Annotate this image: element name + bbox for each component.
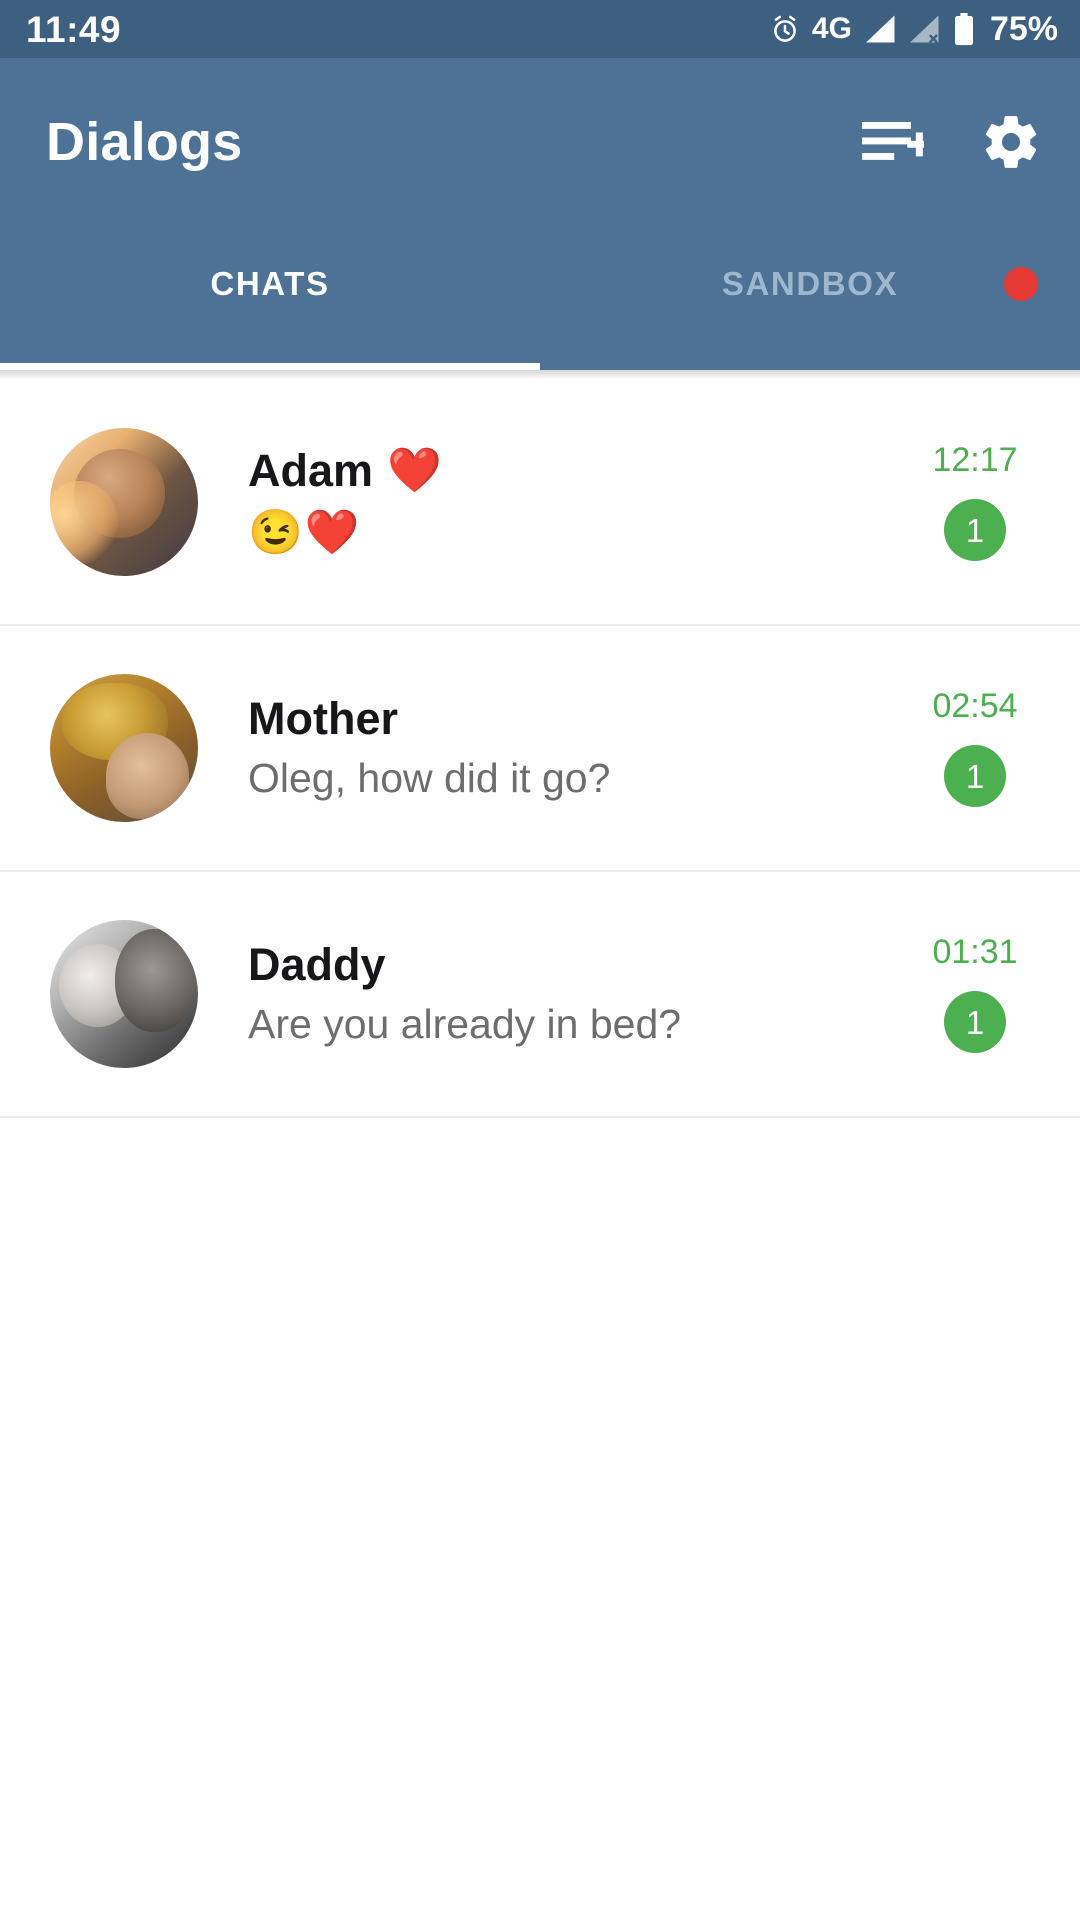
- unread-badge-daddy: 1: [944, 991, 1006, 1053]
- new-chat-button[interactable]: [860, 109, 926, 175]
- tab-chats[interactable]: CHATS: [0, 226, 540, 370]
- tab-chats-label: CHATS: [210, 265, 330, 302]
- chat-time-mother: 02:54: [932, 687, 1018, 725]
- status-bar: 11:49 4G 75%: [0, 0, 1080, 58]
- chat-preview-adam: 😉❤️: [248, 508, 362, 557]
- chat-preview-mother: Oleg, how did it go?: [248, 756, 611, 802]
- chat-row-daddy[interactable]: Daddy Are you already in bed? 01:31 1: [0, 872, 1080, 1116]
- chat-meta-mother: 02:54 1: [916, 689, 1034, 807]
- new-chat-icon: [862, 118, 924, 166]
- status-indicators: 4G 75%: [769, 10, 1058, 49]
- tab-sandbox[interactable]: SANDBOX: [540, 226, 1080, 370]
- tab-active-indicator: [0, 363, 540, 370]
- chat-name-daddy: Daddy: [248, 938, 896, 990]
- chat-name-text: Daddy: [248, 938, 386, 990]
- app-bar: Dialogs CHATS SANDBOX: [0, 58, 1080, 370]
- sandbox-notification-dot: [1004, 267, 1038, 301]
- battery-percent-label: 75%: [989, 9, 1058, 48]
- chat-row-adam[interactable]: Adam ❤️ 😉❤️ 12:17 1: [0, 380, 1080, 624]
- settings-gear-icon: [980, 111, 1042, 173]
- app-bar-shadow: [0, 370, 1080, 380]
- chat-list: Adam ❤️ 😉❤️ 12:17 1 Mother Oleg, how did…: [0, 380, 1080, 1118]
- avatar-mother: [50, 674, 198, 822]
- chat-name-text: Mother: [248, 692, 398, 744]
- unread-badge-adam: 1: [944, 499, 1006, 561]
- heart-emoji: ❤️: [387, 445, 442, 495]
- avatar-daddy: [50, 920, 198, 1068]
- signal-icon-sim1: [863, 14, 896, 44]
- app-bar-actions: [860, 109, 1044, 175]
- chat-time-adam: 12:17: [932, 441, 1018, 479]
- chat-row-mother[interactable]: Mother Oleg, how did it go? 02:54 1: [0, 626, 1080, 870]
- chat-name-text: Adam: [248, 444, 374, 496]
- battery-icon: [951, 12, 975, 46]
- chat-row-text-mother: Mother Oleg, how did it go?: [198, 692, 916, 802]
- chat-meta-daddy: 01:31 1: [916, 935, 1034, 1053]
- app-bar-top-row: Dialogs: [0, 58, 1080, 226]
- chat-preview-daddy: Are you already in bed?: [248, 1002, 682, 1048]
- tab-bar: CHATS SANDBOX: [0, 226, 1080, 370]
- status-clock: 11:49: [26, 8, 122, 50]
- chat-time-daddy: 01:31: [932, 933, 1018, 971]
- chat-meta-adam: 12:17 1: [916, 443, 1034, 561]
- tab-sandbox-label: SANDBOX: [721, 265, 899, 302]
- chat-row-text-daddy: Daddy Are you already in bed?: [198, 938, 916, 1048]
- list-divider: [0, 1116, 1080, 1118]
- avatar-adam: [50, 428, 198, 576]
- signal-icon-sim2-off: [907, 14, 940, 44]
- alarm-icon: [769, 13, 801, 45]
- chat-name-adam: Adam ❤️: [248, 447, 896, 495]
- network-type-label: 4G: [811, 12, 852, 45]
- unread-badge-mother: 1: [944, 745, 1006, 807]
- chat-name-mother: Mother: [248, 692, 896, 744]
- chat-row-text-adam: Adam ❤️ 😉❤️: [198, 447, 916, 557]
- page-title: Dialogs: [46, 112, 243, 172]
- settings-button[interactable]: [978, 109, 1044, 175]
